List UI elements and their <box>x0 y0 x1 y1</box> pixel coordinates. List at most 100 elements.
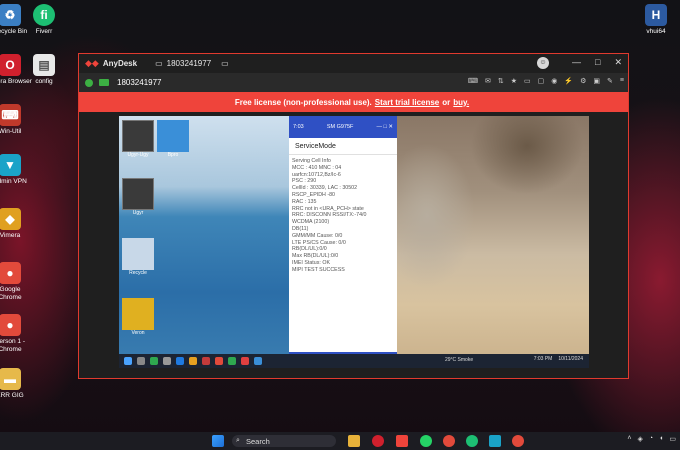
opera-icon[interactable] <box>372 435 384 447</box>
chevron-up-icon[interactable]: ˄ <box>627 435 631 443</box>
desktop-icon-label: Person 1 - Chrome <box>0 338 25 353</box>
volume-icon[interactable]: ◖ <box>659 435 663 443</box>
address-input[interactable]: 1803241977 <box>117 78 162 87</box>
remote-desktop-view[interactable]: Ugyr-Ugy Bpro Ugyr Recycle Veron 7:03 SM… <box>119 116 589 368</box>
desktop-icon[interactable]: ▬ ERR GIG <box>0 368 32 400</box>
desktop-icon[interactable]: ● Google Chrome <box>0 262 32 302</box>
remote-app-icon[interactable] <box>163 357 171 365</box>
remote-monitor-icon[interactable] <box>99 79 109 86</box>
search-placeholder: Search <box>246 436 270 446</box>
chat-icon[interactable]: ✉ <box>485 77 491 85</box>
service-mode-line: Max RB(DL/UL):0/0 <box>292 253 339 260</box>
remote-app-icon[interactable] <box>150 357 158 365</box>
start-trial-link[interactable]: Start trial license <box>375 98 439 107</box>
remote-icon-recycle[interactable]: Recycle <box>121 238 155 276</box>
service-mode-line: MCC : 410 MNC : 04 <box>292 164 342 171</box>
remote-weather[interactable]: 29°C Smoke <box>445 357 473 363</box>
fiverr-taskbar-icon[interactable] <box>466 435 478 447</box>
settings-icon[interactable]: ⚙ <box>580 77 586 85</box>
desktop-icon[interactable]: ◆ Vimera <box>0 208 32 240</box>
connection-status-icon <box>85 78 93 87</box>
app-icon: O <box>0 54 21 76</box>
phone-carrier: SM G975F <box>326 124 354 130</box>
remote-app-icon[interactable] <box>241 357 249 365</box>
remote-app-icon[interactable] <box>176 357 184 365</box>
phone-window-controls[interactable]: — □ ✕ <box>377 124 394 130</box>
remote-date[interactable]: 10/11/2024 <box>558 356 583 362</box>
whatsapp-icon[interactable] <box>420 435 432 447</box>
network-icon[interactable]: ◈ <box>638 435 643 443</box>
desktop-icon-fiverr[interactable]: fi Fiverr <box>22 4 66 36</box>
anydesk-titlebar: ◆◆ AnyDesk ▭ 1803241977 ▭ ☺ — □ ✕ <box>79 54 628 73</box>
favorite-icon[interactable]: ★ <box>511 77 517 85</box>
desktop-icon[interactable]: ● Person 1 - Chrome <box>0 314 32 354</box>
eye-icon <box>157 120 189 152</box>
remote-taskbar: 29°C Smoke 7:03 PM 10/11/2024 <box>119 354 589 368</box>
app-icon: ◆ <box>0 208 21 230</box>
menu-icon[interactable]: ≡ <box>620 77 624 85</box>
desktop-icon-label: Google Chrome <box>0 286 22 301</box>
remote-icon-ugyr[interactable]: Ugyr <box>121 178 155 216</box>
remote-app-icon[interactable] <box>215 357 223 365</box>
action-icon[interactable]: ⚡ <box>564 77 573 85</box>
service-mode-title: ServiceMode <box>289 138 397 155</box>
remote-icon-bpro[interactable]: Bpro <box>156 120 190 158</box>
new-tab-icon[interactable]: ▭ <box>221 59 229 68</box>
remote-input-icon[interactable]: ▢ <box>538 77 545 85</box>
desktop-icon-label: vhui64 <box>646 28 666 35</box>
desktop-icon-label: config <box>35 78 53 85</box>
desktop-icon-label: ERR GIG <box>0 392 24 399</box>
file-icon: ▤ <box>33 54 55 76</box>
battery-icon[interactable]: ▭ <box>669 435 676 443</box>
file-explorer-icon[interactable] <box>348 435 360 447</box>
vhui-icon: H <box>645 4 667 26</box>
remote-start-icon[interactable] <box>124 357 132 365</box>
remote-clock[interactable]: 7:03 PM <box>534 356 553 362</box>
chrome-icon[interactable] <box>443 435 455 447</box>
anydesk-taskbar-icon[interactable] <box>396 435 408 447</box>
remote-icon-ugyr-ugy[interactable]: Ugyr-Ugy <box>121 120 155 158</box>
start-icon[interactable] <box>212 435 224 447</box>
app-taskbar-icon[interactable] <box>512 435 524 447</box>
app-icon: ● <box>0 262 21 284</box>
display-icon[interactable]: ▭ <box>524 77 531 85</box>
service-mode-line: RRC not in <URA_PCH> state <box>292 205 364 212</box>
system-tray: ˄ ◈ ◔ ◖ ▭ <box>627 435 676 443</box>
screenshot-icon[interactable]: ▣ <box>593 77 600 85</box>
remote-app-icon[interactable] <box>254 357 262 365</box>
taskbar-search[interactable]: ⌕ Search <box>232 435 336 447</box>
phone-time: 7:03 <box>293 124 304 130</box>
service-mode-line: RSCP_EPIDH -80 <box>292 191 335 198</box>
keyboard-icon[interactable]: ⌨ <box>468 77 478 85</box>
close-button[interactable]: ✕ <box>614 57 622 68</box>
service-mode-line: RRC: DISCONN RSSI/TX:-74/0 <box>292 212 367 219</box>
phone-mirror-window[interactable]: 7:03 SM G975F — □ ✕ ServiceMode Serving … <box>289 116 397 368</box>
desktop-icon-vhui64[interactable]: H vhui64 <box>634 4 678 36</box>
desktop-icon-config[interactable]: ▤ config <box>22 54 66 86</box>
phone-status-bar: 7:03 SM G975F — □ ✕ <box>289 116 397 138</box>
service-mode-line: LTE PS/CS Cause: 0/0 <box>292 239 346 246</box>
anydesk-window: ◆◆ AnyDesk ▭ 1803241977 ▭ ☺ — □ ✕ 180324… <box>78 53 629 379</box>
remote-app-icon[interactable] <box>189 357 197 365</box>
remote-icon-veron[interactable]: Veron <box>121 298 155 336</box>
wifi-icon[interactable]: ◔ <box>649 435 653 443</box>
file-transfer-icon[interactable]: ⇅ <box>498 77 504 85</box>
taskbar: ⌕ Search ˄ ◈ ◔ ◖ ▭ <box>0 432 680 450</box>
minimize-button[interactable]: — <box>572 57 581 68</box>
remote-app-icon[interactable] <box>228 357 236 365</box>
app-icon: ⌨ <box>0 104 21 126</box>
vpn-icon[interactable] <box>489 435 501 447</box>
banner-text: Free license (non-professional use). <box>234 97 372 107</box>
record-icon[interactable]: ◉ <box>551 77 557 85</box>
account-icon[interactable]: ☺ <box>537 57 549 69</box>
session-tab-title[interactable]: 1803241977 <box>167 59 212 68</box>
desktop-icon[interactable]: ⌨ Win-Util <box>0 104 32 136</box>
desktop-icon[interactable]: ▼ Admin VPN <box>0 154 32 186</box>
desktop-icon-label: Fiverr <box>35 28 53 35</box>
maximize-button[interactable]: □ <box>595 57 600 68</box>
buy-link[interactable]: buy. <box>453 98 469 107</box>
whiteboard-icon[interactable]: ✎ <box>607 77 613 85</box>
remote-search-icon[interactable] <box>137 357 145 365</box>
remote-app-icon[interactable] <box>202 357 210 365</box>
service-mode-info: Serving Cell Info MCC : 410 MNC : 04 uarfc… <box>289 155 397 274</box>
